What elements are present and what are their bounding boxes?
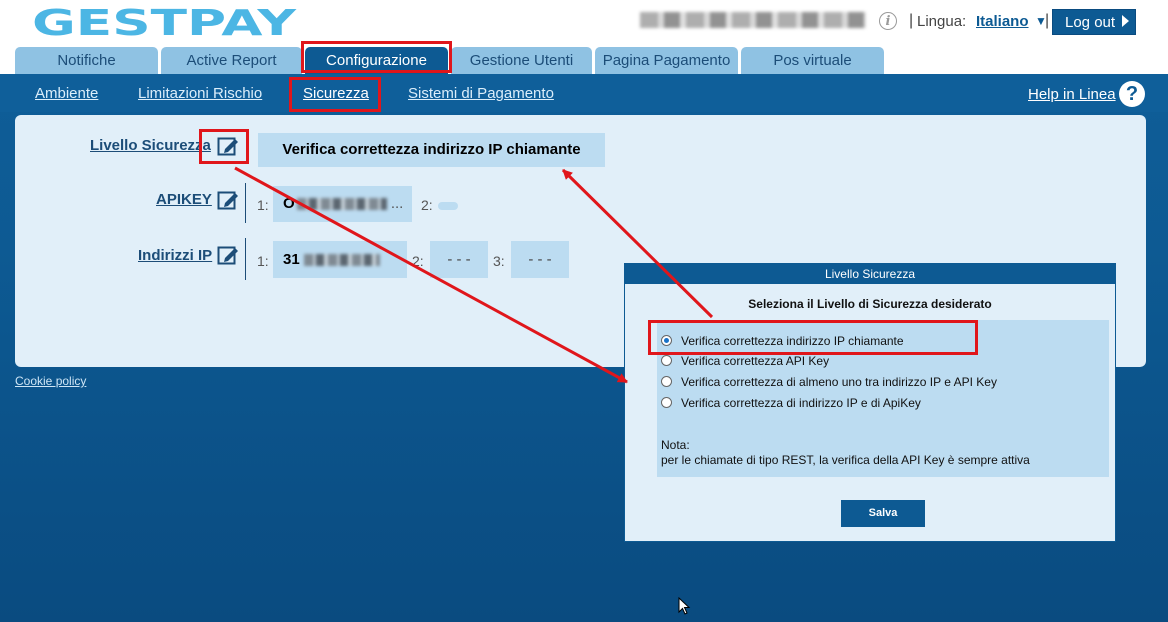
index-label: 3:: [493, 253, 505, 269]
radio-icon[interactable]: [661, 355, 672, 366]
language-label: Lingua:: [917, 13, 967, 30]
option-label: Verifica correttezza di indirizzo IP e d…: [681, 396, 921, 410]
svg-text:GESTPAY: GESTPAY: [32, 4, 297, 40]
ip-addresses-label: Indirizzi IP: [138, 247, 213, 264]
security-level-dialog: Livello Sicurezza Seleziona il Livello d…: [624, 263, 1116, 542]
highlight-box: [301, 41, 452, 73]
option-ip-and-apikey[interactable]: Verifica correttezza di indirizzo IP e d…: [661, 396, 921, 410]
separator: |: [1045, 12, 1050, 29]
highlight-box: [648, 320, 978, 355]
ip-2-value: - - -: [430, 241, 488, 278]
arrow-right-icon: [1122, 15, 1129, 27]
tab-gestione-utenti[interactable]: Gestione Utenti: [451, 47, 592, 74]
edit-icon[interactable]: [217, 189, 239, 211]
apikey-2-value: [438, 202, 458, 210]
apikey-suffix: ...: [390, 195, 404, 212]
security-level-label: Livello Sicurezza: [90, 137, 211, 154]
mouse-pointer-icon: [678, 597, 691, 615]
redacted-text: [296, 198, 387, 211]
subnav-sistemi-pagamento[interactable]: Sistemi di Pagamento: [408, 85, 554, 102]
info-icon[interactable]: i: [879, 12, 897, 30]
tab-pos-virtuale[interactable]: Pos virtuale: [741, 47, 884, 74]
note-title: Nota:: [661, 438, 690, 452]
option-label: Verifica correttezza API Key: [681, 354, 830, 368]
apikey-prefix: O: [283, 195, 295, 212]
save-button[interactable]: Salva: [841, 500, 925, 527]
note-text: per le chiamate di tipo REST, la verific…: [661, 453, 1030, 467]
subnav-limitazioni-rischio[interactable]: Limitazioni Rischio: [138, 85, 262, 102]
dialog-subtitle: Seleziona il Livello di Sicurezza deside…: [748, 297, 992, 311]
highlight-box: [289, 77, 381, 112]
option-apikey[interactable]: Verifica correttezza API Key: [661, 354, 829, 368]
help-link[interactable]: Help in Linea: [1028, 86, 1116, 103]
merchant-account-name: [640, 12, 866, 28]
index-label: 1:: [257, 253, 269, 269]
index-label: 1:: [257, 197, 269, 213]
top-header: GESTPAY i | Lingua: Italiano ▼ | Log out…: [0, 0, 1168, 74]
gestpay-logo: GESTPAY: [32, 4, 297, 40]
dialog-title: Livello Sicurezza: [625, 264, 1115, 284]
radio-icon[interactable]: [661, 397, 672, 408]
apikey-label: APIKEY: [156, 191, 212, 208]
tab-notifiche[interactable]: Notifiche: [15, 47, 158, 74]
tab-active-report[interactable]: Active Report: [161, 47, 302, 74]
radio-icon[interactable]: [661, 376, 672, 387]
logout-label: Log out: [1065, 14, 1116, 31]
cookie-policy-link[interactable]: Cookie policy: [15, 374, 86, 388]
index-label: 2:: [412, 253, 424, 269]
ip-3-value: - - -: [511, 241, 569, 278]
redacted-text: [303, 254, 380, 267]
tab-pagina-pagamento[interactable]: Pagina Pagamento: [595, 47, 738, 74]
divider: [245, 238, 246, 280]
separator: |: [909, 12, 914, 29]
edit-icon[interactable]: [217, 244, 239, 266]
help-icon[interactable]: ?: [1119, 81, 1145, 107]
ip-prefix: 31: [283, 251, 300, 268]
option-label: Verifica correttezza di almeno uno tra i…: [681, 375, 997, 389]
divider: [245, 183, 246, 223]
language-select[interactable]: Italiano: [976, 13, 1029, 30]
subnav-ambiente[interactable]: Ambiente: [35, 85, 98, 102]
highlight-box: [199, 129, 249, 164]
apikey-1-value: O ...: [273, 186, 412, 222]
index-label: 2:: [421, 197, 433, 213]
option-ip-or-apikey[interactable]: Verifica correttezza di almeno uno tra i…: [661, 375, 997, 389]
security-level-value: Verifica correttezza indirizzo IP chiama…: [258, 133, 605, 167]
ip-1-value: 31: [273, 241, 407, 278]
